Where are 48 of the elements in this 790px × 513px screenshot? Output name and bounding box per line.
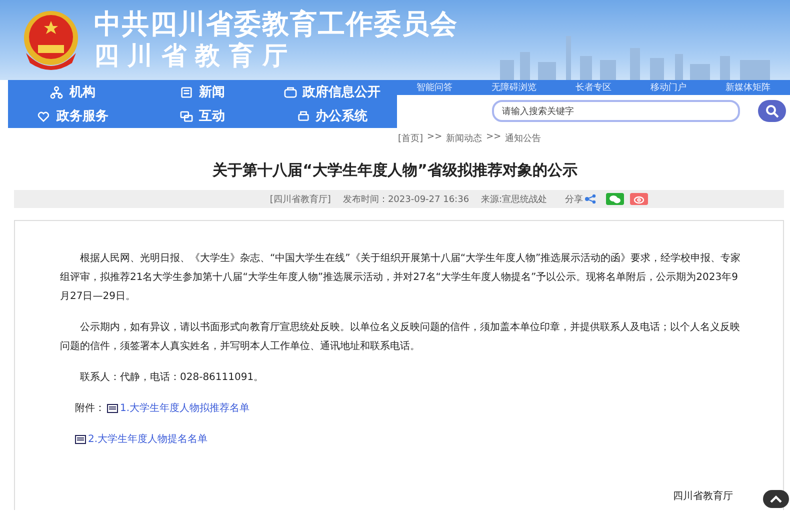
document-icon: [75, 435, 86, 444]
news-icon: [180, 86, 193, 98]
article-paragraph: 联系人：代静，电话：028-86111091。: [79, 370, 265, 385]
share-label: 分享: [565, 194, 584, 206]
chevron-up-icon: [770, 495, 782, 503]
site-subtitle: 四 川 省 教 育 厅: [94, 41, 289, 71]
article-paragraph: 公示期内，如有异议，请以书面形式向教育厅宣思统处反映。以单位名义反映问题的信件，须加盖本单位印章，并提供联系人及电话；以个人名义反映问题的信件，须签署本人真实姓名，并写明本人工作单位、通讯地址和联系电话。: [60, 320, 741, 354]
chat-bubbles-icon: [609, 194, 622, 204]
nav-link[interactable]: 办公系统: [267, 104, 397, 128]
meta-text: [四川省教育厅]: [270, 193, 331, 206]
wechat-share-button[interactable]: [606, 193, 624, 205]
weibo-share-button[interactable]: [630, 193, 648, 205]
breadcrumb-link[interactable]: [首页]: [398, 132, 424, 145]
attachment-link[interactable]: 1.大学生年度人物拟推荐名单: [120, 399, 250, 418]
top-link[interactable]: 长者专区: [576, 81, 612, 94]
nav-link[interactable]: 机构: [8, 80, 138, 104]
nav-link[interactable]: 互动: [138, 104, 268, 128]
eye-icon: [633, 194, 646, 204]
chat-icon: [180, 110, 193, 122]
back-to-top-button[interactable]: [763, 490, 789, 508]
nav-link[interactable]: 政务服务: [8, 104, 138, 128]
info-icon: [284, 86, 297, 98]
top-link[interactable]: 移动门户: [650, 81, 686, 94]
search-field[interactable]: 请输入搜索关键字: [492, 100, 740, 122]
attachment-link[interactable]: 2.大学生年度人物提名名单: [88, 430, 208, 449]
article-title: 关于第十八届“大学生年度人物”省级拟推荐对象的公示: [211, 161, 578, 180]
org-icon: [50, 86, 64, 98]
top-link[interactable]: 智能问答: [416, 81, 452, 94]
breadcrumb-separator: >>: [486, 132, 502, 144]
breadcrumb-link[interactable]: 新闻动态: [446, 132, 482, 145]
share-icon[interactable]: [585, 194, 596, 204]
search-button[interactable]: [758, 100, 786, 122]
search-icon: [765, 104, 779, 118]
service-icon: [37, 110, 50, 122]
attachment-label: 附件：: [75, 402, 105, 416]
site-title: 中共四川省委教育工作委员会: [94, 9, 458, 41]
breadcrumb-link[interactable]: 通知公告: [505, 132, 542, 145]
top-link[interactable]: 无障碍浏览: [492, 81, 536, 94]
meta-text: 发布时间：2023-09-27 16:36: [342, 194, 470, 206]
signature: 四川省教育厅: [673, 490, 733, 504]
top-link[interactable]: 新媒体矩阵: [726, 81, 770, 94]
nav-link[interactable]: 新闻: [138, 80, 268, 104]
document-icon: [107, 404, 118, 413]
office-icon: [296, 110, 310, 122]
nav-link[interactable]: 政府信息公开: [267, 80, 397, 104]
article-paragraph: 根据人民网、光明日报、《大学生》杂志、“中国大学生在线”《关于组织开展第十八届“大学生年度人物”推选展示活动的函》要求，经学校申报、专家组评审，拟推荐21名大学生参加第十八届“大学生年度人物”推选展示活动，并对27名“大学生年度人物提名”予以公示。现将名单附后，公示期为2023年9月27日—29日。: [60, 252, 742, 304]
breadcrumb-separator: >>: [427, 132, 442, 144]
meta-text: 来源:宣思统战处: [481, 194, 548, 206]
